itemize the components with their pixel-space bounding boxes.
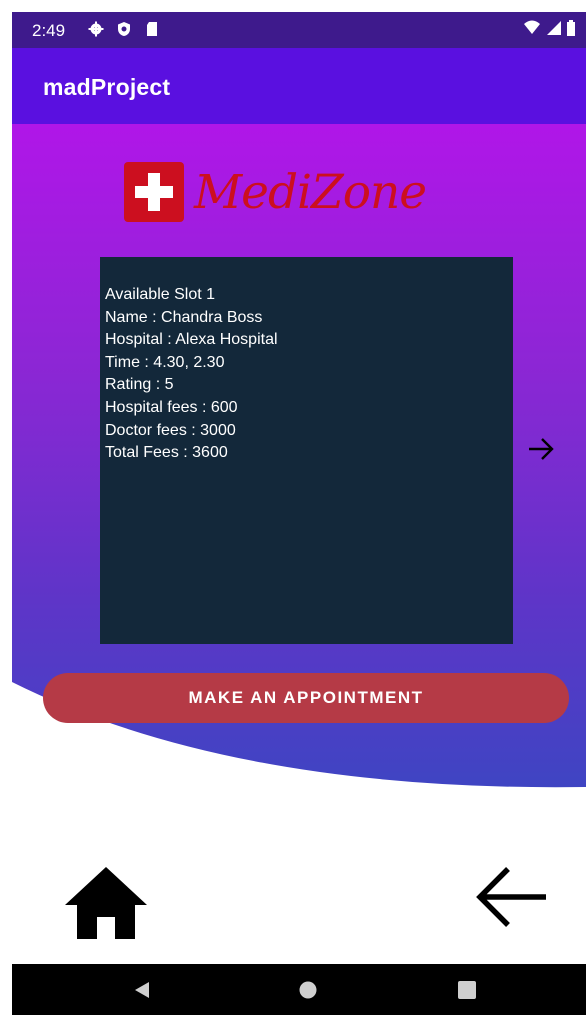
nav-back-icon[interactable] bbox=[134, 981, 150, 999]
sd-card-icon bbox=[146, 22, 157, 36]
slot-doctor-name: Name : Chandra Boss bbox=[105, 308, 263, 326]
medical-cross-icon bbox=[124, 162, 184, 222]
status-right-icons bbox=[523, 20, 576, 41]
slot-details: Available Slot 1 Name : Chandra Boss Hos… bbox=[105, 284, 278, 465]
slot-card: Available Slot 1 Name : Chandra Boss Hos… bbox=[100, 257, 513, 644]
make-appointment-button[interactable]: MAKE AN APPOINTMENT bbox=[43, 673, 569, 723]
home-icon[interactable] bbox=[65, 867, 147, 939]
status-bar: 2:49 bbox=[12, 12, 586, 48]
slot-time: Time : 4.30, 2.30 bbox=[105, 353, 225, 371]
slot-doctor-fees: Doctor fees : 3000 bbox=[105, 421, 236, 439]
nav-home-icon[interactable] bbox=[299, 981, 317, 999]
slot-heading: Available Slot 1 bbox=[105, 286, 215, 303]
arrow-forward-icon[interactable] bbox=[526, 434, 556, 464]
status-left-icons bbox=[88, 21, 159, 42]
nav-recents-icon[interactable] bbox=[458, 981, 476, 999]
arrow-back-icon[interactable] bbox=[474, 865, 549, 929]
wifi-icon bbox=[524, 20, 541, 34]
medizone-logo: MediZone bbox=[124, 162, 427, 222]
app-bar: madProject bbox=[12, 48, 586, 124]
app-title: madProject bbox=[43, 74, 171, 100]
slot-hospital-fees: Hospital fees : 600 bbox=[105, 398, 238, 416]
gear-icon bbox=[88, 21, 104, 37]
battery-icon bbox=[567, 20, 575, 36]
phone-screen: 2:49 madProject MediZone Available Slot … bbox=[12, 12, 586, 1015]
slot-hospital: Hospital : Alexa Hospital bbox=[105, 331, 278, 349]
signal-icon bbox=[546, 21, 561, 35]
system-nav-bar bbox=[12, 964, 586, 1015]
shield-icon bbox=[118, 22, 131, 36]
slot-total-fees: Total Fees : 3600 bbox=[105, 444, 228, 462]
logo-text: MediZone bbox=[194, 164, 427, 220]
slot-rating: Rating : 5 bbox=[105, 376, 174, 394]
status-time: 2:49 bbox=[32, 21, 66, 40]
